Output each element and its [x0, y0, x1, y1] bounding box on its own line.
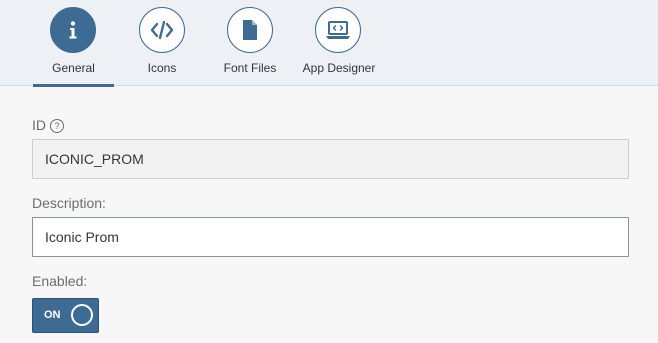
tab-icons-label: Icons	[147, 61, 177, 75]
id-label-text: ID	[32, 117, 46, 133]
toggle-knob	[71, 304, 93, 326]
info-icon	[69, 21, 77, 39]
tab-general-circle	[50, 7, 96, 53]
active-tab-indicator	[33, 84, 114, 87]
tab-font-files[interactable]: Font Files	[216, 0, 284, 86]
id-field[interactable]	[32, 139, 629, 179]
tab-app-designer-circle	[315, 7, 361, 53]
toggle-state-text: ON	[44, 309, 61, 321]
description-field[interactable]	[32, 217, 629, 257]
document-icon	[243, 20, 257, 40]
tab-bar: General Icons Font Files App Designer	[0, 0, 658, 87]
description-label: Description:	[32, 195, 106, 211]
tab-font-files-circle	[227, 7, 273, 53]
tab-app-designer[interactable]: App Designer	[299, 0, 379, 86]
tab-icons[interactable]: Icons	[128, 0, 196, 86]
tab-general-label: General	[52, 61, 95, 75]
code-icon	[150, 20, 174, 40]
laptop-code-icon	[326, 21, 350, 39]
enabled-label: Enabled:	[32, 273, 88, 289]
tab-font-files-label: Font Files	[223, 61, 277, 75]
help-icon[interactable]: ?	[50, 119, 64, 133]
id-label: ID?	[32, 117, 64, 133]
tab-icons-circle	[139, 7, 185, 53]
tab-app-designer-label: App Designer	[302, 61, 376, 75]
enabled-toggle[interactable]: ON	[32, 298, 99, 333]
tab-general[interactable]: General	[33, 0, 114, 87]
